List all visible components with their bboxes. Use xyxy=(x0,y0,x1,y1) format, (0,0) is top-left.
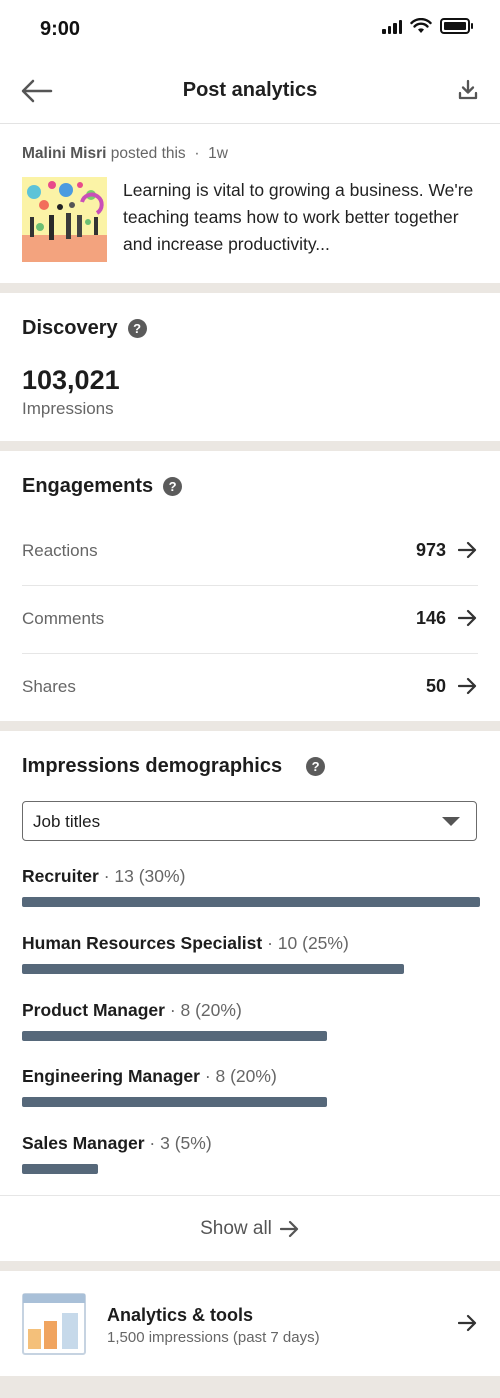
cellular-signal-icon xyxy=(382,18,402,34)
post-text: Learning is vital to growing a business.… xyxy=(123,180,474,254)
engagement-value: 50 xyxy=(425,676,446,696)
impressions-label: Impressions xyxy=(22,399,114,418)
arrow-right-icon xyxy=(458,609,477,627)
meta-separator: · xyxy=(194,145,200,162)
demographic-label: Sales Manager · 3 (5%) xyxy=(22,1133,212,1154)
demographic-bar xyxy=(22,1031,327,1041)
demographics-title-row: Impressions demographics ? xyxy=(22,755,326,778)
top-app-bar: Post analytics xyxy=(0,58,500,124)
dropdown-selected-value: Job titles xyxy=(33,812,101,831)
post-preview[interactable]: Malini Misri posted this · 1w Learning i… xyxy=(0,124,500,283)
post-analytics-screen: 9:00 Post analytics Malini Misri posted … xyxy=(0,0,500,1398)
engagement-label: Shares xyxy=(22,677,76,696)
wifi-icon xyxy=(410,18,432,33)
help-icon[interactable]: ? xyxy=(127,319,147,338)
job-title: Human Resources Specialist xyxy=(22,933,263,953)
engagements-title: Engagements xyxy=(22,475,154,497)
demographic-bar xyxy=(22,964,404,974)
show-all-button[interactable]: Show all xyxy=(0,1195,500,1262)
bottom-spacer xyxy=(0,1376,500,1398)
analytics-subtitle: 1,500 impressions (past 7 days) xyxy=(107,1329,320,1346)
discovery-title-row: Discovery ? xyxy=(22,317,147,340)
arrow-right-icon xyxy=(458,677,477,695)
analytics-title: Analytics & tools xyxy=(107,1305,254,1325)
demographic-dropdown[interactable]: Job titles xyxy=(22,801,477,841)
analytics-chart-icon xyxy=(22,1293,86,1355)
job-title: Recruiter xyxy=(22,866,99,886)
job-title: Engineering Manager xyxy=(22,1066,200,1086)
impressions-count: 103,021 xyxy=(22,365,120,395)
section-divider xyxy=(0,721,500,731)
demographic-bar xyxy=(22,1097,327,1107)
demographic-label: Human Resources Specialist · 10 (25%) xyxy=(22,933,349,954)
engagement-label: Reactions xyxy=(22,541,98,560)
section-divider xyxy=(0,1261,500,1271)
discovery-section: Discovery ? 103,021 Impressions xyxy=(0,293,500,441)
job-title: Product Manager xyxy=(22,1000,165,1020)
analytics-tools-row[interactable]: Analytics & tools 1,500 impressions (pas… xyxy=(0,1271,500,1376)
post-author[interactable]: Malini Misri xyxy=(22,145,106,162)
shares-row[interactable]: Shares 50 xyxy=(22,653,478,721)
demographic-row: Engineering Manager · 8 (20%) xyxy=(22,1066,482,1132)
job-count: · 10 (25%) xyxy=(262,933,349,953)
arrow-right-icon xyxy=(458,1314,477,1332)
post-thumbnail xyxy=(22,177,107,262)
demographic-bar xyxy=(22,1164,98,1174)
engagement-label: Comments xyxy=(22,609,105,628)
status-bar: 9:00 xyxy=(0,0,500,58)
section-divider xyxy=(0,283,500,293)
demographic-row: Product Manager · 8 (20%) xyxy=(22,1000,482,1066)
status-icons xyxy=(382,18,473,34)
demographic-label: Engineering Manager · 8 (20%) xyxy=(22,1066,277,1087)
help-icon[interactable]: ? xyxy=(306,757,326,776)
caret-down-icon xyxy=(442,817,460,826)
job-count: · 8 (20%) xyxy=(199,1066,277,1086)
post-age: 1w xyxy=(208,145,228,162)
job-count: · 8 (20%) xyxy=(164,1000,242,1020)
demographics-section: Impressions demographics ? Job titles Re… xyxy=(0,731,500,1261)
page-title: Post analytics xyxy=(182,79,318,101)
engagement-value: 973 xyxy=(415,540,446,560)
engagements-section: Engagements ? Reactions 973 Comments 146… xyxy=(0,451,500,721)
demographic-bar xyxy=(22,897,480,907)
job-title: Sales Manager xyxy=(22,1133,145,1153)
comments-row[interactable]: Comments 146 xyxy=(22,585,478,654)
demographic-label: Product Manager · 8 (20%) xyxy=(22,1000,242,1021)
demographic-label: Recruiter · 13 (30%) xyxy=(22,866,185,887)
job-count: · 13 (30%) xyxy=(98,866,186,886)
download-icon[interactable] xyxy=(456,78,480,102)
arrow-right-icon xyxy=(279,1220,299,1238)
status-time: 9:00 xyxy=(40,18,81,40)
engagement-value: 146 xyxy=(415,608,446,628)
demographic-row: Human Resources Specialist · 10 (25%) xyxy=(22,933,482,999)
job-count: · 3 (5%) xyxy=(144,1133,212,1153)
demographic-row: Recruiter · 13 (30%) xyxy=(22,866,482,932)
battery-icon xyxy=(440,18,473,34)
section-divider xyxy=(0,441,500,451)
discovery-title: Discovery xyxy=(22,317,118,339)
post-action: posted this xyxy=(110,145,186,162)
help-icon[interactable]: ? xyxy=(163,477,183,496)
arrow-right-icon xyxy=(458,541,477,559)
demographics-title: Impressions demographics xyxy=(22,755,283,777)
post-meta: Malini Misri posted this · 1w xyxy=(22,145,228,163)
engagements-title-row: Engagements ? xyxy=(22,475,183,498)
show-all-label: Show all xyxy=(200,1218,272,1239)
reactions-row[interactable]: Reactions 973 xyxy=(22,517,478,586)
demographic-row: Sales Manager · 3 (5%) xyxy=(22,1133,482,1199)
